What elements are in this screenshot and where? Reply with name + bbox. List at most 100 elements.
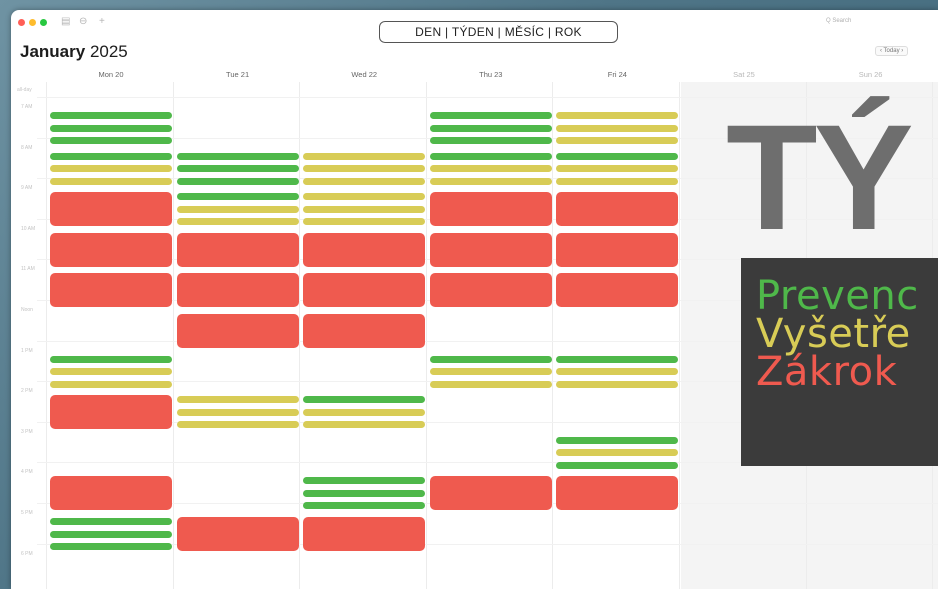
- event-vysetreni[interactable]: [556, 449, 679, 457]
- event-vysetreni[interactable]: [556, 368, 679, 376]
- event-prevence[interactable]: [303, 477, 426, 485]
- inbox-icon[interactable]: ⊖: [79, 17, 87, 27]
- event-zakrok[interactable]: [429, 192, 552, 227]
- event-zakrok[interactable]: [556, 273, 679, 308]
- event-vysetreni[interactable]: [303, 193, 426, 201]
- event-vysetreni[interactable]: [50, 368, 172, 376]
- event-zakrok[interactable]: [50, 395, 172, 430]
- event-vysetreni[interactable]: [556, 137, 679, 144]
- event-prevence[interactable]: [176, 152, 299, 160]
- event-vysetreni[interactable]: [556, 380, 679, 388]
- event-zakrok[interactable]: [429, 273, 552, 308]
- event-zakrok[interactable]: [303, 232, 426, 267]
- event-prevence[interactable]: [556, 436, 679, 444]
- time-label: 7 AM: [21, 104, 33, 110]
- event-prevence[interactable]: [50, 112, 172, 119]
- event-zakrok[interactable]: [556, 192, 679, 227]
- event-prevence[interactable]: [429, 152, 552, 160]
- search-field[interactable]: Q Search: [826, 18, 851, 24]
- event-prevence[interactable]: [50, 124, 172, 132]
- event-prevence[interactable]: [50, 137, 172, 144]
- event-zakrok[interactable]: [50, 192, 172, 227]
- event-vysetreni[interactable]: [303, 177, 426, 185]
- event-zakrok[interactable]: [176, 273, 299, 308]
- event-zakrok[interactable]: [176, 314, 299, 348]
- event-vysetreni[interactable]: [303, 205, 426, 213]
- day-divider: [46, 82, 47, 589]
- event-zakrok[interactable]: [303, 273, 426, 308]
- event-vysetreni[interactable]: [556, 177, 679, 185]
- close-button[interactable]: [18, 19, 25, 26]
- event-vysetreni[interactable]: [50, 177, 172, 185]
- event-prevence[interactable]: [303, 489, 426, 497]
- event-vysetreni[interactable]: [176, 421, 299, 429]
- event-vysetreni[interactable]: [556, 124, 679, 132]
- day-header[interactable]: Thu 23: [428, 70, 554, 79]
- time-label: Noon: [21, 307, 33, 313]
- event-zakrok[interactable]: [556, 476, 679, 511]
- event-prevence[interactable]: [429, 355, 552, 363]
- event-zakrok[interactable]: [556, 232, 679, 267]
- event-vysetreni[interactable]: [429, 368, 552, 376]
- event-prevence[interactable]: [50, 152, 172, 160]
- event-zakrok[interactable]: [50, 232, 172, 267]
- event-vysetreni[interactable]: [303, 218, 426, 226]
- legend-box: Prevenc Vyšetře Zákrok: [741, 258, 938, 466]
- event-prevence[interactable]: [50, 518, 172, 525]
- minimize-button[interactable]: [29, 19, 36, 26]
- zoom-button[interactable]: [40, 19, 47, 26]
- day-header[interactable]: Fri 24: [554, 70, 680, 79]
- event-prevence[interactable]: [176, 177, 299, 185]
- calendar-list-icon[interactable]: ▤: [61, 17, 70, 27]
- event-vysetreni[interactable]: [303, 165, 426, 173]
- time-label: 10 AM: [21, 225, 36, 232]
- view-switcher[interactable]: DEN | TÝDEN | MĚSÍC | ROK: [379, 21, 618, 43]
- day-header[interactable]: Wed 22: [301, 70, 427, 79]
- event-prevence[interactable]: [556, 461, 679, 469]
- event-prevence[interactable]: [303, 502, 426, 510]
- event-zakrok[interactable]: [176, 517, 299, 551]
- event-prevence[interactable]: [303, 396, 426, 404]
- event-prevence[interactable]: [176, 165, 299, 173]
- day-header[interactable]: Sat 25: [681, 70, 807, 79]
- day-header[interactable]: Tue 21: [175, 70, 301, 79]
- event-vysetreni[interactable]: [556, 165, 679, 173]
- event-vysetreni[interactable]: [176, 218, 299, 226]
- event-vysetreni[interactable]: [429, 177, 552, 185]
- event-vysetreni[interactable]: [429, 165, 552, 173]
- event-prevence[interactable]: [429, 137, 552, 144]
- event-zakrok[interactable]: [429, 476, 552, 511]
- event-zakrok[interactable]: [176, 232, 299, 267]
- day-header[interactable]: Sun 26: [808, 70, 934, 79]
- day-divider: [172, 82, 174, 589]
- add-event-icon[interactable]: +: [99, 17, 105, 27]
- event-zakrok[interactable]: [303, 314, 426, 348]
- event-prevence[interactable]: [50, 355, 172, 363]
- event-zakrok[interactable]: [50, 476, 172, 511]
- event-prevence[interactable]: [50, 543, 172, 550]
- event-vysetreni[interactable]: [303, 421, 426, 429]
- event-prevence[interactable]: [429, 112, 552, 119]
- event-vysetreni[interactable]: [303, 152, 426, 160]
- event-vysetreni[interactable]: [176, 396, 299, 404]
- event-vysetreni[interactable]: [176, 408, 299, 416]
- event-vysetreni[interactable]: [429, 380, 552, 388]
- event-vysetreni[interactable]: [556, 112, 679, 119]
- event-zakrok[interactable]: [429, 232, 552, 267]
- day-header[interactable]: Mon 20: [48, 70, 174, 79]
- event-zakrok[interactable]: [50, 273, 172, 308]
- time-label: 4 PM: [21, 469, 33, 476]
- event-zakrok[interactable]: [303, 517, 426, 551]
- today-button[interactable]: ‹ Today ›: [875, 46, 909, 56]
- legend-item: Prevenc: [756, 273, 919, 319]
- event-vysetreni[interactable]: [176, 205, 299, 213]
- event-vysetreni[interactable]: [303, 408, 426, 416]
- event-prevence[interactable]: [176, 193, 299, 201]
- event-prevence[interactable]: [429, 124, 552, 132]
- event-prevence[interactable]: [50, 530, 172, 538]
- event-prevence[interactable]: [556, 152, 679, 160]
- year-label: 2025: [89, 42, 128, 61]
- event-vysetreni[interactable]: [50, 165, 172, 173]
- event-vysetreni[interactable]: [50, 380, 172, 388]
- event-prevence[interactable]: [556, 355, 679, 363]
